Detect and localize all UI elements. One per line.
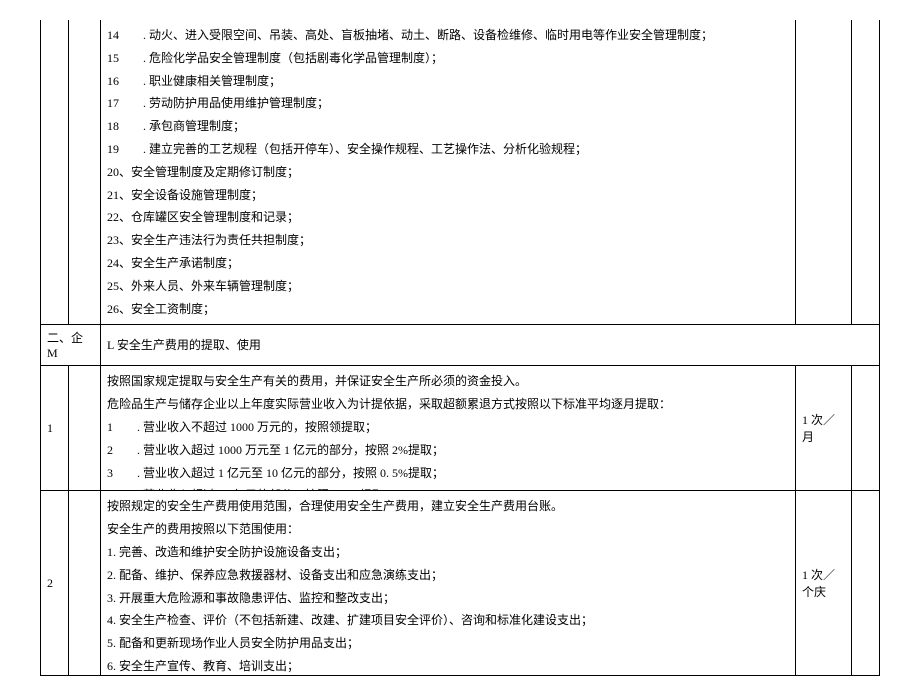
section-number-cell: 二、企 M [41, 325, 101, 366]
item-line: 22、仓库罐区安全管理制度和记录； [107, 206, 789, 229]
item-line: 21、安全设备设施管理制度； [107, 184, 789, 207]
item-line: 20、安全管理制度及定期修订制度； [107, 161, 789, 184]
trailing-cell [852, 20, 880, 325]
content-cell: 按照规定的安全生产费用使用范围，合理使用安全生产费用，建立安全生产费用台账。 安… [101, 491, 796, 676]
item-line: 24、安全生产承诺制度； [107, 252, 789, 275]
row-index-cell: 1 [41, 366, 69, 491]
row-subindex-cell [69, 491, 101, 676]
item-line: 4. 安全生产检查、评价（不包括新建、改建、扩建项目安全评价）、咨询和标准化建设… [107, 609, 789, 632]
row-index-cell [41, 20, 69, 325]
item-line: 2 . 营业收入超过 1000 万元至 1 亿元的部分，按照 2%提取； [107, 439, 789, 462]
item-line: 14 . 动火、进入受限空间、吊装、高处、盲板抽堵、动土、断路、设备检维修、临时… [107, 24, 789, 47]
item-line: 15 . 危险化学品安全管理制度（包括剧毒化学品管理制度）； [107, 47, 789, 70]
frequency-cell: 1 次／月 [796, 366, 852, 491]
item-line: 19 . 建立完善的工艺规程（包括开停车）、安全操作规程、工艺操作法、分析化验规… [107, 138, 789, 161]
table-row: 1 按照国家规定提取与安全生产有关的费用，并保证安全生产所必须的资金投入。 危险… [41, 366, 880, 491]
item-line: 危险品生产与储存企业以上年度实际营业收入为计提依据，采取超额累退方式按照以下标准… [107, 393, 789, 416]
item-line: 4 . 营业收入超过 10 亿元的部分，按照 0. 2%提取。 [107, 484, 789, 490]
item-line: 安全生产的费用按照以下范围使用： [107, 518, 789, 541]
frequency-cell: 1 次／个庆 [796, 491, 852, 676]
item-line: 16 . 职业健康相关管理制度； [107, 70, 789, 93]
table-row: 2 按照规定的安全生产费用使用范围，合理使用安全生产费用，建立安全生产费用台账。… [41, 491, 880, 676]
section-title-cell: L 安全生产费用的提取、使用 [101, 325, 880, 366]
item-line: 2. 配备、维护、保养应急救援器材、设备支出和应急演练支出； [107, 564, 789, 587]
table-row: 14 . 动火、进入受限空间、吊装、高处、盲板抽堵、动土、断路、设备检维修、临时… [41, 20, 880, 325]
section-title: L 安全生产费用的提取、使用 [107, 338, 261, 352]
trailing-cell [852, 366, 880, 491]
row-subindex-cell [69, 20, 101, 325]
item-line: 26、安全工资制度； [107, 298, 789, 321]
item-line: 3 . 营业收入超过 1 亿元至 10 亿元的部分，按照 0. 5%提取； [107, 462, 789, 485]
section-header-row: 二、企 M L 安全生产费用的提取、使用 [41, 325, 880, 366]
frequency-text: 1 次／月 [802, 413, 835, 444]
regulation-table: 14 . 动火、进入受限空间、吊装、高处、盲板抽堵、动土、断路、设备检维修、临时… [40, 20, 880, 676]
item-line: 3. 开展重大危险源和事故隐患评估、监控和整改支出； [107, 587, 789, 610]
item-line: 18 . 承包商管理制度； [107, 115, 789, 138]
item-line: 1 . 营业收入不超过 1000 万元的，按照领提取； [107, 416, 789, 439]
item-line: 5. 配备和更新现场作业人员安全防护用品支出； [107, 632, 789, 655]
row-index-cell: 2 [41, 491, 69, 676]
item-line: 25、外来人员、外来车辆管理制度； [107, 275, 789, 298]
frequency-text: 1 次／个庆 [802, 568, 835, 599]
row-index: 1 [47, 421, 53, 435]
section-prefix: 二、企 M [47, 331, 83, 360]
trailing-cell [852, 491, 880, 676]
item-line: 17 . 劳动防护用品使用维护管理制度； [107, 92, 789, 115]
content-cell: 14 . 动火、进入受限空间、吊装、高处、盲板抽堵、动土、断路、设备检维修、临时… [101, 20, 796, 325]
item-line: 按照国家规定提取与安全生产有关的费用，并保证安全生产所必须的资金投入。 [107, 370, 789, 393]
row-index: 2 [47, 576, 53, 590]
content-cell: 按照国家规定提取与安全生产有关的费用，并保证安全生产所必须的资金投入。 危险品生… [101, 366, 796, 491]
frequency-cell [796, 20, 852, 325]
item-line: 23、安全生产违法行为责任共担制度； [107, 229, 789, 252]
item-line: 1. 完善、改造和维护安全防护设施设备支出； [107, 541, 789, 564]
item-line: 按照规定的安全生产费用使用范围，合理使用安全生产费用，建立安全生产费用台账。 [107, 495, 789, 518]
item-line: 6. 安全生产宣传、教育、培训支出； [107, 655, 789, 675]
row-subindex-cell [69, 366, 101, 491]
